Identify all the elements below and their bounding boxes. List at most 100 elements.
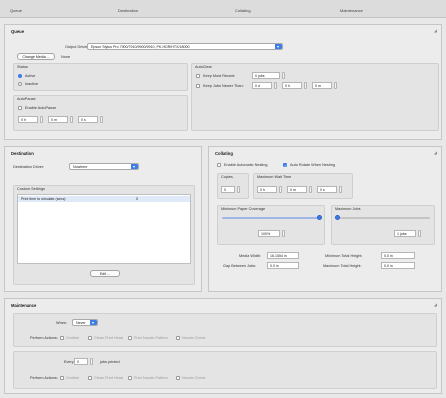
max-jobs-slider-knob[interactable] <box>335 215 340 220</box>
autopause-minutes-value: 0 m <box>51 118 57 123</box>
keep-jobs-newer-checkbox[interactable] <box>196 84 200 88</box>
min-coverage-stepper[interactable] <box>282 230 285 237</box>
action-checkbox-clean-2[interactable] <box>88 376 92 380</box>
wait-seconds-field[interactable]: 0 s <box>317 186 337 193</box>
action-checkbox-clean[interactable] <box>88 336 92 340</box>
newer-days-stepper[interactable] <box>274 82 277 89</box>
autopause-minutes-field[interactable]: 0 m <box>48 116 68 123</box>
action-label-pattern: Print Nozzle Pattern <box>134 336 168 340</box>
keep-most-recent-stepper[interactable] <box>282 72 285 79</box>
output-driver-select[interactable]: Epson Stylus Pro 7900/7910/9900/9910, PK… <box>87 43 283 50</box>
min-total-height-label: Minimum Total Height: <box>325 254 363 258</box>
every-unit-label: jobs printed <box>100 360 120 364</box>
newer-hours-value: 0 h <box>285 84 290 89</box>
max-jobs-value: 1 jobs <box>397 232 407 237</box>
maintenance-panel: Maintenance ◢ When: Never Perform Action… <box>4 298 442 394</box>
action-checkbox-pattern-2[interactable] <box>128 376 132 380</box>
custom-settings-list[interactable]: Print time to simulate (secs): 0 <box>17 194 191 264</box>
gap-between-jobs-field[interactable]: 0.0 in <box>267 262 299 269</box>
gap-between-jobs-value: 0.0 in <box>270 264 279 269</box>
every-field[interactable]: 0 <box>74 358 88 365</box>
autopause-hours-stepper[interactable] <box>40 116 43 123</box>
every-stepper[interactable] <box>90 358 93 365</box>
action-checkbox-nozzle[interactable] <box>176 336 180 340</box>
enable-nesting-checkbox[interactable] <box>217 163 221 167</box>
wait-seconds-stepper[interactable] <box>339 186 342 193</box>
collating-panel: Collating ◢ Enable Automatic Nesting Aut… <box>208 146 442 292</box>
media-width-value: 16.1554 in <box>270 254 287 259</box>
autoclear-title: AutoClear <box>195 65 212 69</box>
autopause-seconds-stepper[interactable] <box>100 116 103 123</box>
autoclear-group: AutoClear Keep Most Recent: 0 jobs Keep … <box>191 63 439 131</box>
newer-days-field[interactable]: 0 d <box>252 82 272 89</box>
keep-most-recent-checkbox[interactable] <box>196 74 200 78</box>
newer-hours-stepper[interactable] <box>304 82 307 89</box>
maintenance-when-group: When: Never Perform Actions: Confirm Cle… <box>13 313 437 347</box>
perform-actions-label: Perform Actions: <box>30 336 58 340</box>
enable-autopause-checkbox[interactable] <box>18 106 22 110</box>
output-driver-value: Epson Stylus Pro 7900/7910/9900/9910, PK… <box>91 45 190 50</box>
max-jobs-title: Maximum Jobs <box>335 207 361 211</box>
copies-title: Copies <box>221 175 233 179</box>
min-total-height-value: 0.0 in <box>384 254 393 259</box>
wait-minutes-stepper[interactable] <box>309 186 312 193</box>
when-select[interactable]: Never <box>72 319 98 326</box>
autopause-minutes-stepper[interactable] <box>70 116 73 123</box>
collating-title: Collating <box>215 151 233 156</box>
action-label-confirm-2: Confirm <box>66 376 80 380</box>
list-item[interactable]: Print time to simulate (secs): 0 <box>18 196 190 202</box>
destination-driver-value: Nowhere <box>73 165 88 170</box>
min-coverage-title: Minimum Paper Coverage <box>221 207 266 211</box>
newer-hours-field[interactable]: 0 h <box>282 82 302 89</box>
action-label-confirm: Confirm <box>66 336 80 340</box>
inactive-radio[interactable] <box>18 82 22 86</box>
min-coverage-field[interactable]: 100% <box>258 230 280 237</box>
auto-rotate-label: Auto Rotate When Nesting <box>290 163 335 167</box>
wait-hours-value: 0 h <box>260 188 265 193</box>
autopause-hours-field[interactable]: 0 h <box>18 116 38 123</box>
action-checkbox-nozzle-2[interactable] <box>176 376 180 380</box>
auto-rotate-checkbox[interactable] <box>283 163 287 168</box>
max-jobs-stepper[interactable] <box>418 230 421 237</box>
autopause-seconds-field[interactable]: 0 s <box>78 116 98 123</box>
keep-most-recent-value: 0 jobs <box>255 74 265 79</box>
setting-name: Print time to simulate (secs): <box>21 197 67 201</box>
keep-jobs-newer-label: Keep Jobs Newer Than: <box>203 84 244 88</box>
status-group: Status Active Inactive <box>13 63 188 91</box>
tab-collating[interactable]: Collating <box>235 8 251 13</box>
action-checkbox-confirm-2[interactable] <box>60 376 64 380</box>
max-total-height-label: Maximum Total Height: <box>323 264 362 268</box>
tab-maintenance[interactable]: Maintenance <box>340 8 363 13</box>
perform-actions-label-2: Perform Actions: <box>30 376 58 380</box>
media-width-field[interactable]: 16.1554 in <box>267 252 299 259</box>
custom-settings-group: Custom Settings Print time to simulate (… <box>13 185 195 285</box>
destination-driver-select[interactable]: Nowhere <box>69 163 139 170</box>
newer-minutes-value: 0 m <box>315 84 321 89</box>
media-width-label: Media Width: <box>239 254 262 258</box>
min-total-height-field[interactable]: 0.0 in <box>381 252 415 259</box>
change-media-button[interactable]: Change Media ... <box>17 53 55 60</box>
copies-field[interactable]: 0 <box>221 186 235 193</box>
max-jobs-field[interactable]: 1 jobs <box>394 230 416 237</box>
active-radio[interactable] <box>18 74 22 78</box>
copies-stepper[interactable] <box>237 186 240 193</box>
status-title: Status <box>17 65 28 69</box>
max-total-height-field[interactable]: 0.0 in <box>381 262 415 269</box>
max-jobs-slider-track[interactable] <box>336 217 430 219</box>
wait-hours-field[interactable]: 0 h <box>257 186 277 193</box>
min-coverage-slider-knob[interactable] <box>317 215 322 220</box>
edit-button[interactable]: Edit ... <box>90 270 120 277</box>
action-checkbox-confirm[interactable] <box>60 336 64 340</box>
newer-minutes-stepper[interactable] <box>334 82 337 89</box>
gap-between-jobs-label: Gap Between Jobs: <box>223 264 257 268</box>
newer-minutes-field[interactable]: 0 m <box>312 82 332 89</box>
action-checkbox-pattern[interactable] <box>128 336 132 340</box>
wait-hours-stepper[interactable] <box>279 186 282 193</box>
autopause-group: AutoPause Enable AutoPause 0 h 0 m 0 s <box>13 95 188 131</box>
tab-destination[interactable]: Destination <box>118 8 138 13</box>
tab-queue[interactable]: Queue <box>10 8 22 13</box>
wait-minutes-field[interactable]: 0 m <box>287 186 307 193</box>
keep-most-recent-field[interactable]: 0 jobs <box>252 72 280 79</box>
wait-minutes-value: 0 m <box>290 188 296 193</box>
min-coverage-slider-track[interactable] <box>222 217 320 219</box>
